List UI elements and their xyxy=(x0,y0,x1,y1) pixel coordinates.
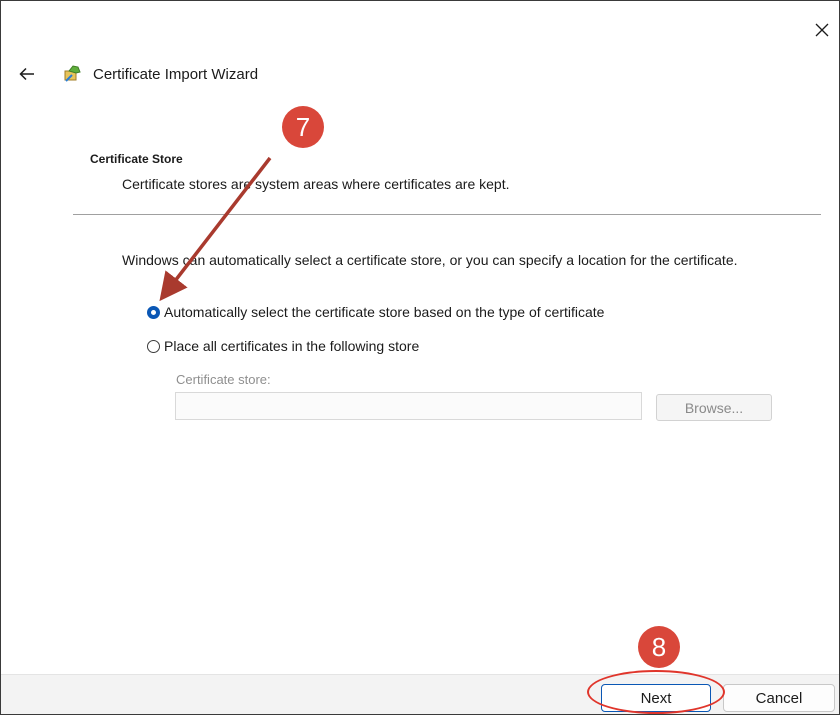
certificate-wizard-icon xyxy=(63,64,83,84)
radio-place-in-store[interactable]: Place all certificates in the following … xyxy=(147,338,419,354)
page-description: Certificate stores are system areas wher… xyxy=(122,176,510,192)
radio-auto-select[interactable]: Automatically select the certificate sto… xyxy=(147,304,604,320)
certificate-store-field xyxy=(175,392,642,420)
intro-text: Windows can automatically select a certi… xyxy=(122,252,738,268)
certificate-store-label: Certificate store: xyxy=(176,372,271,387)
back-arrow-icon xyxy=(19,67,34,81)
step-8-badge: 8 xyxy=(638,626,680,668)
radio-unchecked-icon xyxy=(147,339,160,353)
step-7-badge: 7 xyxy=(282,106,324,148)
next-button-highlight xyxy=(587,670,725,714)
wizard-title: Certificate Import Wizard xyxy=(93,65,259,83)
page-heading: Certificate Store xyxy=(90,152,183,166)
cancel-button[interactable]: Cancel xyxy=(723,684,835,712)
radio-place-in-store-label: Place all certificates in the following … xyxy=(164,338,420,354)
divider xyxy=(73,214,821,215)
back-button[interactable] xyxy=(13,60,41,88)
close-icon xyxy=(815,23,829,37)
wizard-window: Certificate Import Wizard Certificate St… xyxy=(0,0,840,715)
close-button[interactable] xyxy=(807,15,837,45)
wizard-header: Certificate Import Wizard xyxy=(1,55,839,93)
browse-button: Browse... xyxy=(656,394,772,421)
radio-auto-select-label: Automatically select the certificate sto… xyxy=(164,304,605,320)
radio-checked-icon xyxy=(147,305,160,319)
